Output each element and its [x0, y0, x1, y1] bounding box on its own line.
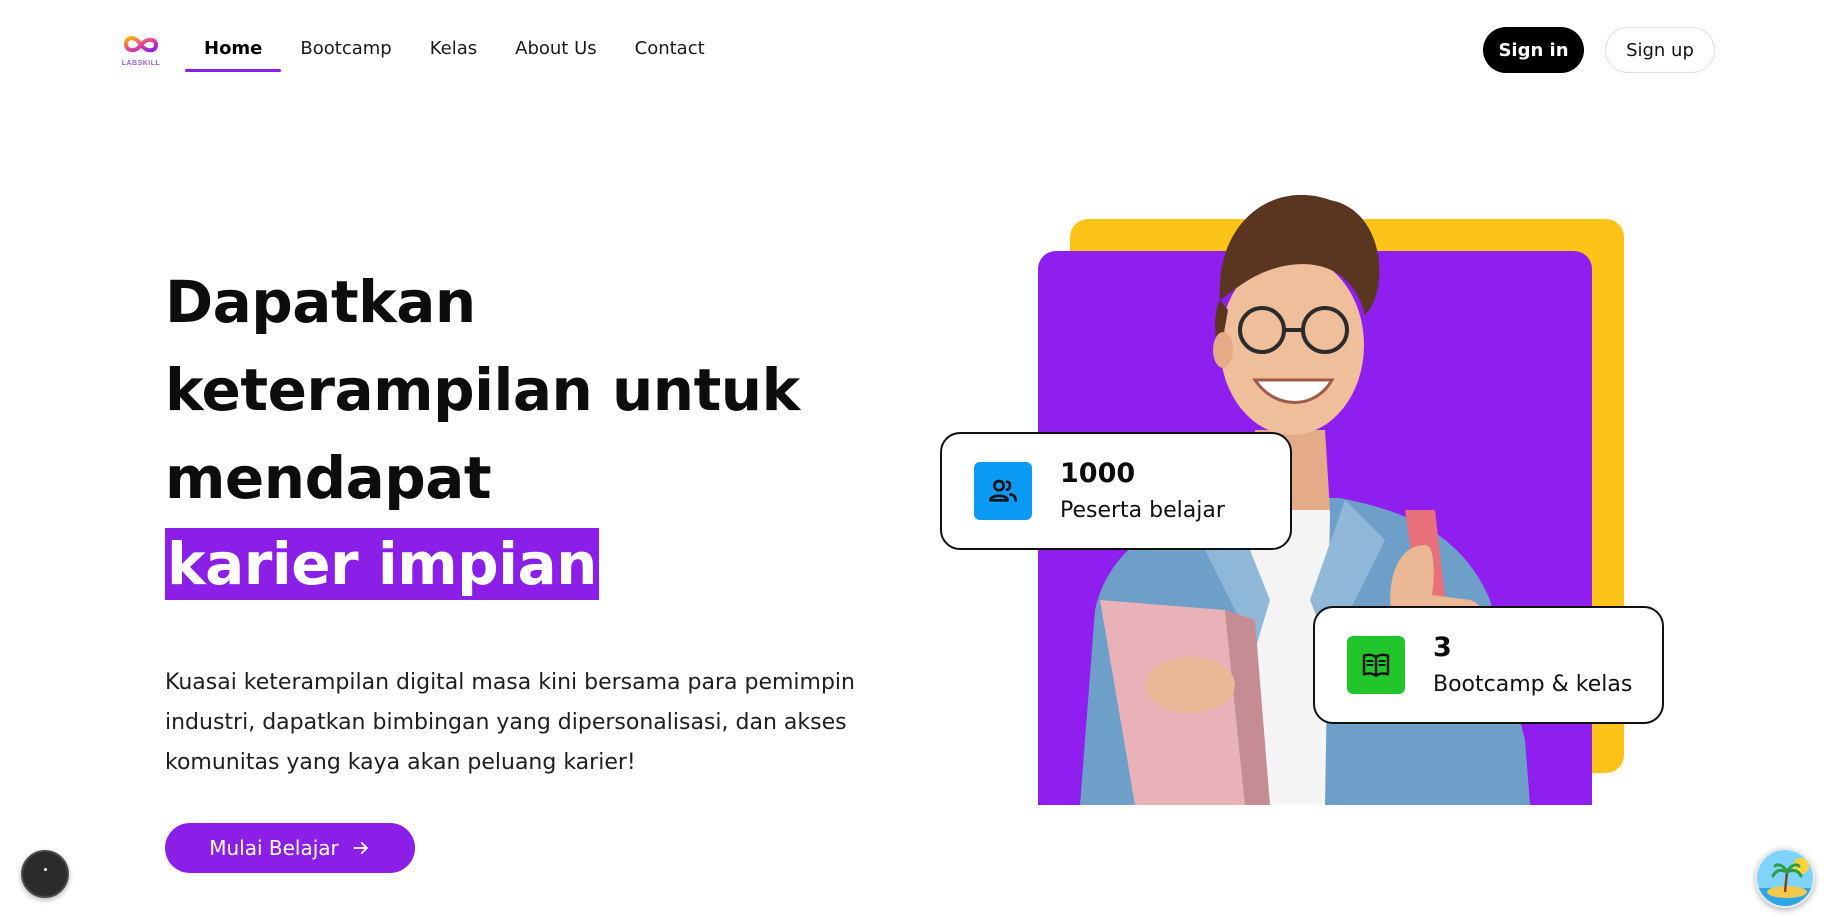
nav-item-contact[interactable]: Contact	[616, 36, 724, 72]
hero-description: Kuasai keterampilan digital masa kini be…	[165, 670, 855, 775]
stat-card-courses: 3 Bootcamp & kelas	[1313, 606, 1664, 724]
hero-title-line-3: mendapat	[165, 444, 492, 512]
infinity-logo-icon	[123, 36, 159, 53]
stat-value: 1000	[1060, 458, 1136, 489]
hero-title-highlight: karier impian	[165, 528, 599, 600]
island-avatar-icon[interactable]	[1755, 848, 1815, 908]
main-nav: Home Bootcamp Kelas About Us Contact	[185, 36, 724, 72]
stat-icon-box	[1347, 636, 1405, 694]
sign-in-button[interactable]: Sign in	[1483, 27, 1584, 73]
nav-item-about-us[interactable]: About Us	[496, 36, 616, 72]
book-icon	[1362, 653, 1390, 677]
arrow-right-icon	[353, 842, 368, 854]
chat-widget-icon[interactable]	[21, 850, 69, 898]
nav-item-home[interactable]: Home	[185, 36, 282, 72]
start-learning-button[interactable]: Mulai Belajar	[165, 823, 415, 873]
users-icon	[989, 479, 1017, 502]
hero-title-line-1: Dapatkan	[165, 268, 476, 336]
site-header: LABSKILL Home Bootcamp Kelas About Us Co…	[0, 0, 1832, 100]
stat-label: Peserta belajar	[1060, 498, 1225, 523]
stat-card-participants: 1000 Peserta belajar	[940, 432, 1292, 550]
hero-title: Dapatkan keterampilan untuk mendapat kar…	[165, 258, 865, 600]
stat-value: 3	[1433, 632, 1452, 663]
sign-up-button[interactable]: Sign up	[1605, 27, 1715, 73]
start-learning-label: Mulai Belajar	[209, 836, 339, 860]
nav-item-kelas[interactable]: Kelas	[411, 36, 496, 72]
nav-item-bootcamp[interactable]: Bootcamp	[281, 36, 410, 72]
hero-title-line-2: keterampilan untuk	[165, 356, 800, 424]
stat-label: Bootcamp & kelas	[1433, 672, 1633, 697]
logo-text: LABSKILL	[121, 60, 161, 67]
stat-icon-box	[974, 462, 1032, 520]
labskill-logo[interactable]: LABSKILL	[116, 30, 166, 72]
